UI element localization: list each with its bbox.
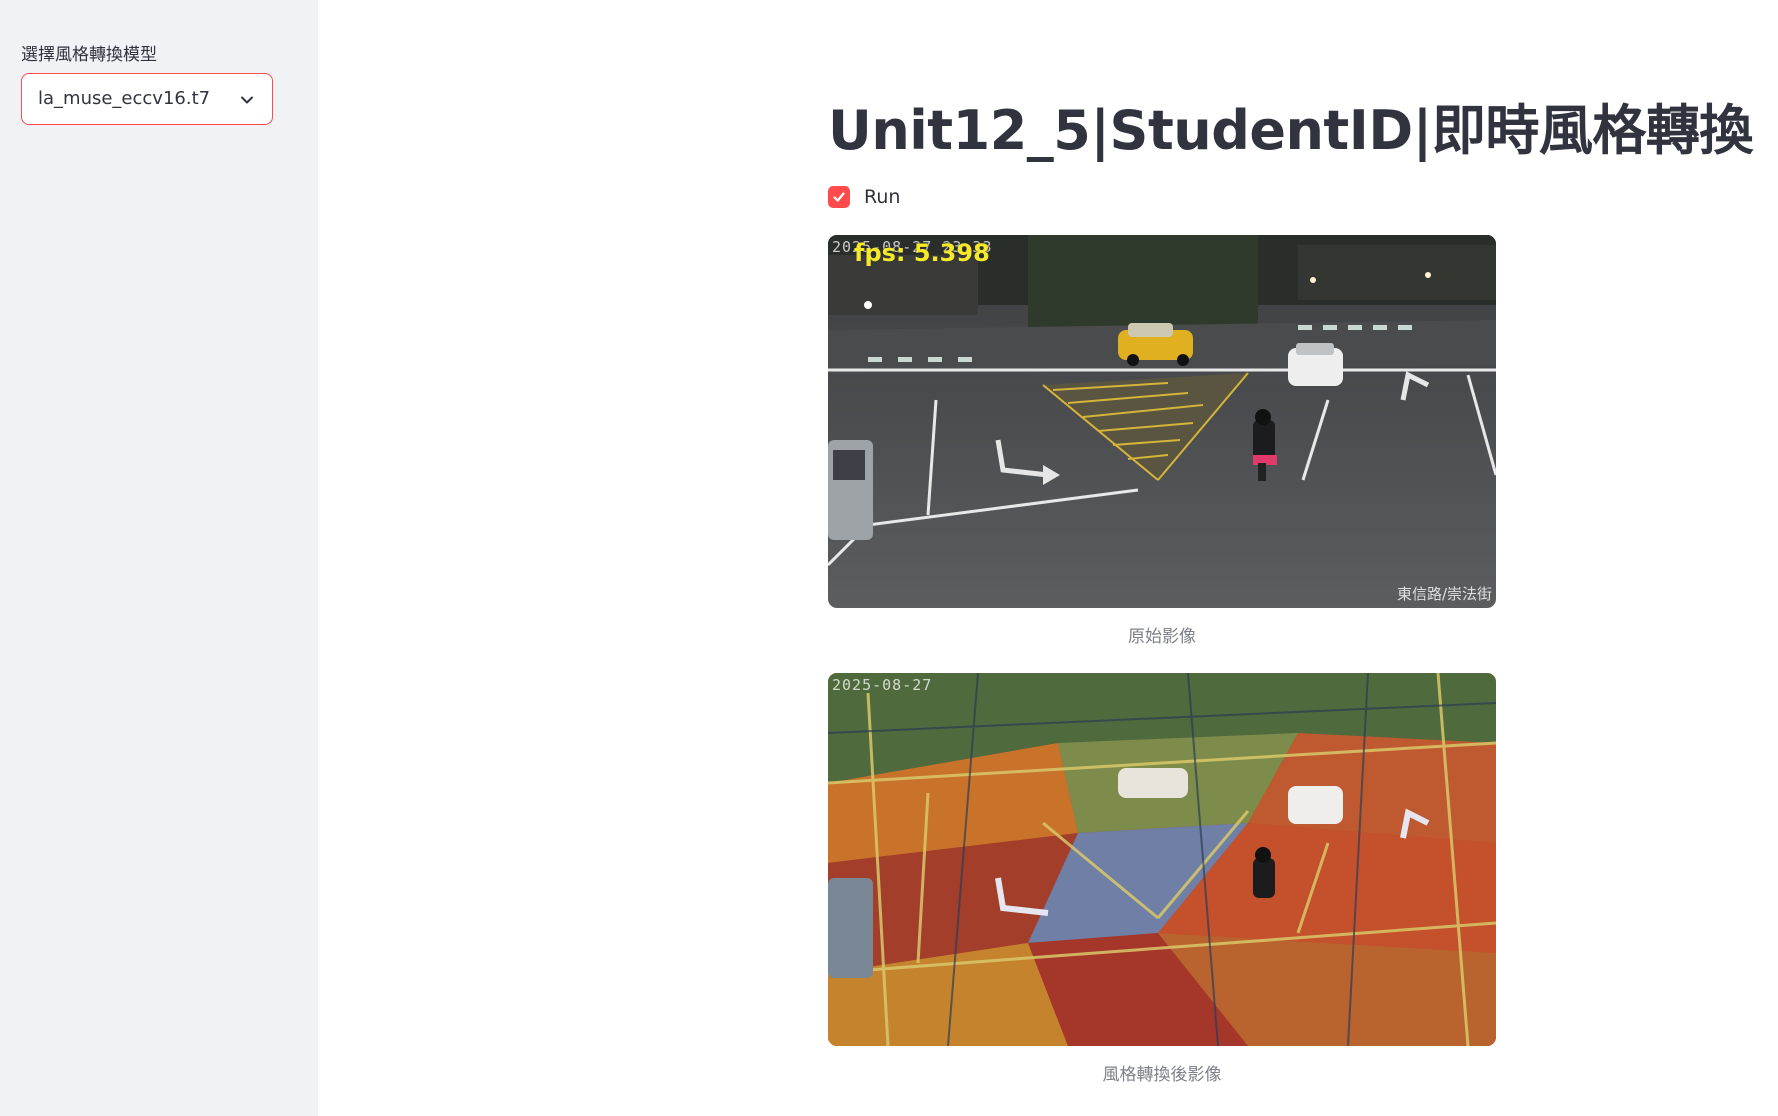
model-select-value: la_muse_eccv16.t7 xyxy=(38,88,211,109)
run-checkbox-label: Run xyxy=(864,186,901,208)
model-select-label: 選擇風格轉換模型 xyxy=(21,45,157,65)
styled-video-frame: 2025-08-27 xyxy=(828,673,1496,1046)
page-title: Unit12_5|StudentID|即時風格轉換 xyxy=(828,99,1753,162)
original-video-frame: 2025-08-27 23:33 fps: 5.398 東信路/崇法街 xyxy=(828,235,1496,608)
location-overlay: 東信路/崇法街 xyxy=(1396,585,1492,603)
run-checkbox-row[interactable]: Run xyxy=(828,183,900,211)
original-street-image xyxy=(828,235,1496,608)
styled-timestamp-overlay: 2025-08-27 xyxy=(832,676,933,694)
styled-image-caption: 風格轉換後影像 xyxy=(1102,1065,1222,1085)
check-icon xyxy=(833,192,845,202)
model-select[interactable]: la_muse_eccv16.t7 xyxy=(21,73,273,125)
sidebar: 選擇風格轉換模型 la_muse_eccv16.t7 xyxy=(0,0,318,1116)
app-root: 選擇風格轉換模型 la_muse_eccv16.t7 Unit12_5|Stud… xyxy=(0,0,1778,1116)
original-image-caption: 原始影像 xyxy=(1128,627,1196,647)
chevron-down-icon xyxy=(240,92,254,106)
main-content: Unit12_5|StudentID|即時風格轉換 Run 2025-08-27… xyxy=(318,0,1778,1116)
fps-overlay: fps: 5.398 xyxy=(854,239,990,267)
styled-street-image xyxy=(828,673,1496,1046)
run-checkbox[interactable] xyxy=(828,186,850,208)
